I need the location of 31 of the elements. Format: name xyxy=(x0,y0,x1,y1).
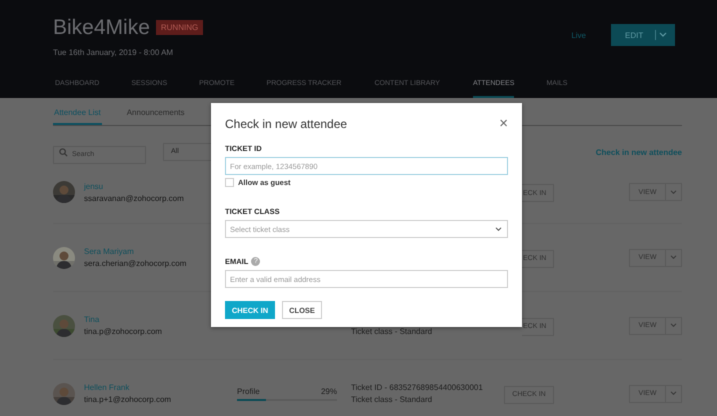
edit-button[interactable]: EDIT xyxy=(611,24,675,46)
event-date: Tue 16th January, 2019 - 8:00 AM xyxy=(53,48,174,56)
caret-icon xyxy=(670,391,677,396)
attendee-email: tina.p@zohocorp.com xyxy=(84,327,163,336)
profile-label: Profile xyxy=(237,386,260,396)
check-in-link[interactable]: Check in new attendee xyxy=(596,148,682,156)
view-menu-button[interactable] xyxy=(666,183,682,201)
view-menu-button[interactable] xyxy=(666,316,682,334)
ticket-class: Ticket class - Standard xyxy=(351,395,434,404)
caret-icon xyxy=(658,32,667,38)
profile-percent: 29% xyxy=(320,386,337,396)
ticket-class: Ticket class - Standard xyxy=(351,326,434,336)
caret-icon xyxy=(495,226,502,232)
event-title: Bike4Mike xyxy=(53,16,150,40)
status-badge: RUNNING xyxy=(156,20,204,35)
sub-tab[interactable]: Attendee List xyxy=(53,98,102,125)
dialog-title: Check in new attendee xyxy=(225,116,348,130)
attendee-email: ssaravanan@zohocorp.com xyxy=(84,194,185,202)
attendee-name[interactable]: Hellen Frank xyxy=(84,383,237,392)
caret-icon xyxy=(670,255,677,260)
search-icon xyxy=(59,148,68,157)
caret-icon xyxy=(670,323,677,328)
live-link[interactable]: Live xyxy=(571,30,586,40)
view-menu-button[interactable] xyxy=(666,384,682,402)
view-menu-button[interactable] xyxy=(666,248,682,266)
close-icon[interactable]: × xyxy=(499,115,508,132)
caret-icon xyxy=(670,190,677,194)
attendee-email: tina.p+1@zohocorp.com xyxy=(84,395,172,404)
sub-tab[interactable]: Announcements xyxy=(126,98,185,125)
ticket-id: Ticket ID - 683527689854400630001 xyxy=(351,383,484,392)
guest-checkbox[interactable] xyxy=(225,178,234,187)
